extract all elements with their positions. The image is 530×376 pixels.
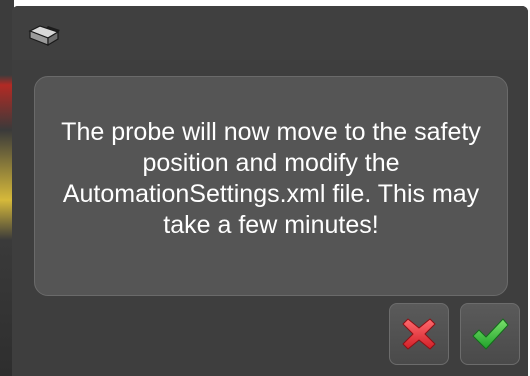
confirm-button[interactable]: [460, 303, 520, 365]
dialog-titlebar: [12, 6, 528, 60]
dialog-message: The probe will now move to the safety po…: [61, 118, 481, 239]
green-check-icon: [470, 315, 510, 353]
red-x-icon: [400, 315, 438, 353]
cancel-button[interactable]: [389, 303, 449, 365]
probe-icon: [28, 22, 62, 48]
message-panel: The probe will now move to the safety po…: [34, 76, 508, 296]
confirmation-dialog: The probe will now move to the safety po…: [12, 6, 528, 376]
